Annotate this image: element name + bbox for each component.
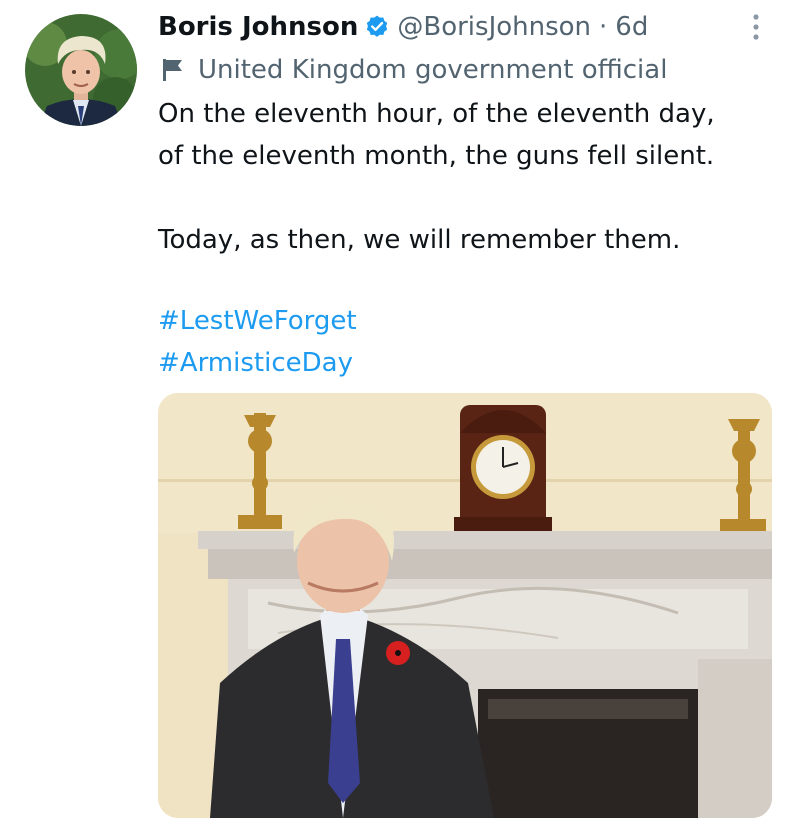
tweet-text-line-3: Today, as then, we will remember them. [158, 225, 681, 255]
government-label[interactable]: United Kingdom government official [162, 50, 667, 90]
tweet-text-line-1: On the eleventh hour, of the eleventh da… [158, 99, 715, 129]
more-options-icon[interactable] [748, 12, 764, 42]
verified-badge-icon [364, 14, 390, 40]
government-label-text: United Kingdom government official [198, 55, 668, 85]
hashtag-link[interactable]: #ArmisticeDay [158, 342, 353, 384]
tweet-photo[interactable] [158, 393, 772, 818]
flag-icon [162, 58, 184, 82]
timestamp[interactable]: 6d [615, 12, 648, 42]
separator-dot: · [599, 12, 608, 42]
tweet-header: Boris Johnson @BorisJohnson · 6d [158, 6, 648, 48]
tweet-text-line-2: of the eleventh month, the guns fell sil… [158, 141, 715, 171]
display-name[interactable]: Boris Johnson [158, 12, 358, 42]
hashtag-link[interactable]: #LestWeForget [158, 300, 357, 342]
avatar[interactable] [25, 14, 137, 126]
user-handle[interactable]: @BorisJohnson [397, 12, 591, 42]
